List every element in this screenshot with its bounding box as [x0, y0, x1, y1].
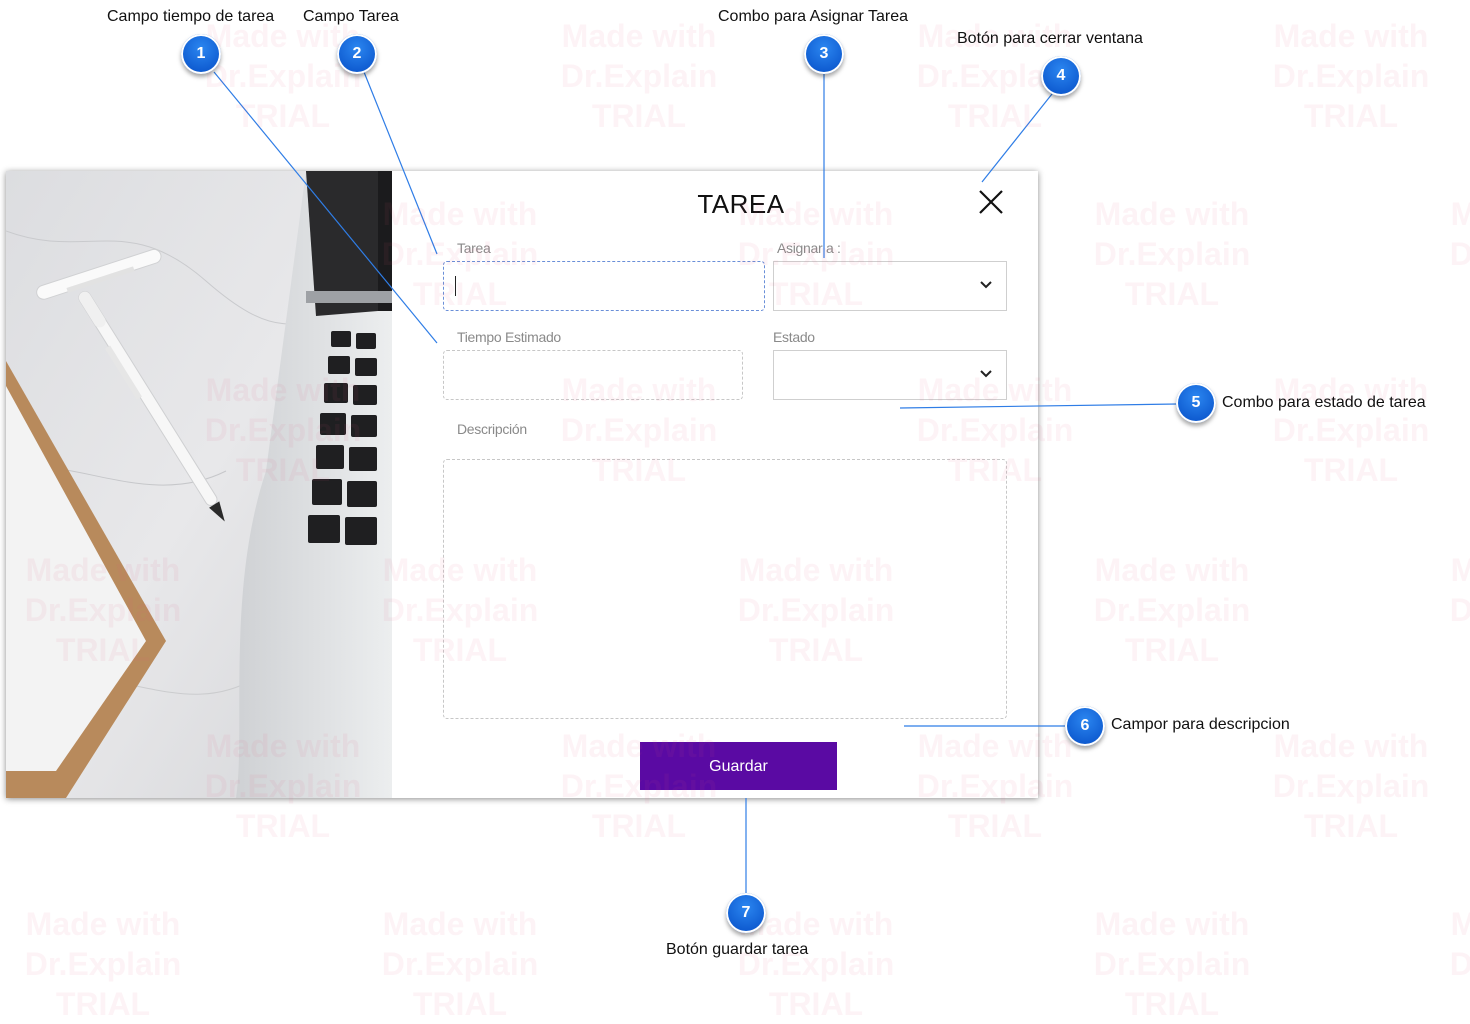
watermark-text: Made with [1273, 18, 1429, 54]
watermark-stamp: Made withDr.ExplainTRIAL [1251, 726, 1451, 846]
watermark-text: Dr.Explain [24, 946, 182, 982]
callout-badge-6: 6 [1065, 706, 1105, 746]
watermark-text: Made with [1094, 552, 1250, 588]
callout-badge-4: 4 [1041, 56, 1081, 96]
callout-label-7: Botón guardar tarea [666, 941, 809, 958]
watermark-text: Made with [1450, 552, 1470, 588]
descripcion-field-wrapper [443, 459, 1007, 719]
watermark-text: TRIAL [768, 986, 864, 1022]
watermark-text: TRIAL [947, 98, 1043, 134]
watermark-text: Made with [1094, 906, 1250, 942]
watermark-text: Dr.Explain [381, 946, 539, 982]
callout-badge-3: 3 [804, 34, 844, 74]
watermark-text: TRIAL [1303, 98, 1399, 134]
asignar-combo[interactable] [773, 261, 1007, 311]
watermark-text: TRIAL [591, 808, 687, 844]
watermark-text: TRIAL [947, 808, 1043, 844]
watermark-stamp: Made with Dr.Explain TRIAL [1251, 16, 1451, 136]
callout-label-3: Combo para Asignar Tarea [718, 8, 909, 25]
tarea-field-wrapper [443, 261, 765, 311]
connector-4 [981, 93, 1053, 183]
watermark-text: Dr.Explain [560, 58, 718, 94]
watermark-text: TRIAL [1428, 630, 1470, 670]
watermark-text: TRIAL [1303, 808, 1399, 844]
watermark-text: TRIAL [55, 986, 151, 1022]
chevron-down-icon [980, 370, 992, 378]
descripcion-label: Descripción [457, 421, 527, 437]
watermark-text: TRIAL [412, 986, 508, 1022]
callout-badge-1: 1 [181, 34, 221, 74]
tiempo-input[interactable] [444, 351, 742, 399]
tiempo-label: Tiempo Estimado [457, 329, 561, 345]
watermark-text: TRIAL [1428, 984, 1470, 1024]
estado-label: Estado [773, 329, 815, 345]
callout-badge-7: 7 [726, 893, 766, 933]
watermark-text: Dr.Explain [1449, 592, 1470, 628]
save-button[interactable]: Guardar [640, 742, 837, 790]
estado-combo[interactable] [773, 350, 1007, 400]
watermark-stamp: Made with Dr.Explain TRIAL [1072, 550, 1272, 670]
watermark-text: Dr.Explain [1093, 946, 1251, 982]
watermark-stamp: Made with Dr.Explain TRIAL [539, 16, 739, 136]
watermark-text: Made with [382, 906, 538, 942]
watermark-stamp: Made with Dr.ExplainTRIAL [1428, 904, 1470, 1024]
watermark-text: Dr.Explain [1449, 946, 1470, 982]
text-caret [455, 276, 456, 296]
callout-label-1: Campo tiempo de tarea [107, 8, 275, 25]
callout-badge-5: 5 [1176, 383, 1216, 423]
watermark-stamp: Made with Dr.Explain TRIAL [1072, 194, 1272, 314]
watermark-text: TRIAL [235, 98, 331, 134]
task-dialog: TAREA Tarea Asignar a : Tiempo Estimado … [6, 171, 1038, 798]
watermark-text: TRIAL [235, 808, 331, 844]
desk-photo [6, 171, 392, 798]
close-icon [979, 190, 1003, 214]
callout-label-4: Botón para cerrar ventana [957, 30, 1143, 47]
watermark-text: TRIAL [1124, 986, 1220, 1022]
watermark-text: Dr.Explain [1093, 236, 1251, 272]
callout-badge-2: 2 [337, 34, 377, 74]
watermark-stamp: Made with Dr.Explain TRIAL [1072, 904, 1272, 1024]
watermark-text: Made with [1450, 196, 1470, 232]
watermark-text: Made with [1094, 196, 1250, 232]
watermark-text: Made with [1450, 906, 1470, 942]
watermark-text: TRIAL [1303, 452, 1399, 488]
watermark-text: Dr.Explain [1272, 412, 1430, 448]
watermark-stamp: Made with Dr.Explain TRIAL [3, 904, 203, 1024]
callout-label-2: Campo Tarea [303, 8, 399, 25]
watermark-text: Made with [561, 18, 717, 54]
tarea-label: Tarea [457, 240, 491, 256]
watermark-text: Dr.Explain [1093, 592, 1251, 628]
watermark-text: TRIAL [1428, 274, 1470, 314]
watermark-text: TRIAL [1124, 276, 1220, 312]
watermark-stamp: Made withDr.ExplainTRIAL [1251, 370, 1451, 490]
dialog-title: TAREA [697, 189, 785, 219]
descripcion-textarea[interactable] [444, 460, 1006, 718]
callout-label-6: Campor para descripcion [1111, 716, 1290, 733]
close-button[interactable] [976, 187, 1006, 217]
watermark-text: TRIAL [1124, 632, 1220, 668]
tarea-input[interactable] [444, 262, 764, 310]
watermark-stamp: Made with Dr.Explain TRIAL [360, 904, 560, 1024]
asignar-label: Asignar a : [777, 240, 841, 256]
watermark-text: TRIAL [591, 98, 687, 134]
watermark-text: Dr.Explain [1272, 768, 1430, 804]
tiempo-field-wrapper [443, 350, 743, 400]
callout-label-5: Combo para estado de tarea [1222, 394, 1426, 411]
watermark-stamp: Made with Dr.ExplainTRIAL [1428, 550, 1470, 670]
watermark-text: Dr.Explain [1272, 58, 1430, 94]
watermark-text: Made with [25, 906, 181, 942]
watermark-text: Dr.Explain [1449, 236, 1470, 272]
watermark-stamp: Made with Dr.ExplainTRIAL [1428, 194, 1470, 314]
chevron-down-icon [980, 281, 992, 289]
